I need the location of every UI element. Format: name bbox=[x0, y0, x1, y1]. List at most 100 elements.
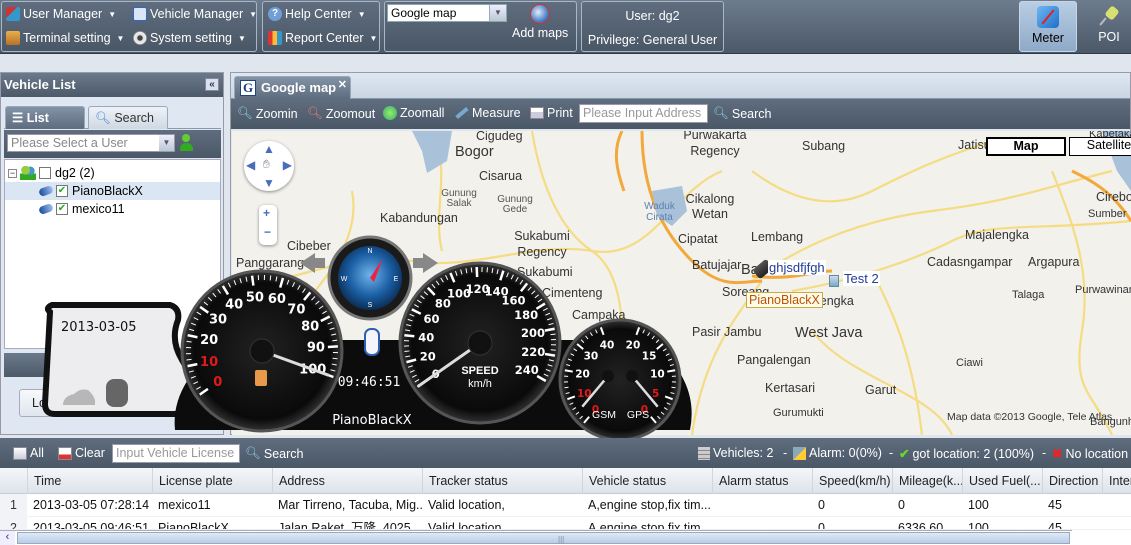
column-header-address[interactable]: Address bbox=[272, 468, 422, 494]
horizontal-scrollbar[interactable]: ‹ ||| bbox=[0, 530, 1072, 545]
column-header-time[interactable]: Time bbox=[27, 468, 152, 494]
cell-alarm-status bbox=[712, 517, 812, 529]
tab-label: List bbox=[26, 111, 49, 125]
add-maps-button[interactable]: Add maps bbox=[512, 4, 568, 40]
vehicle-manager-menu[interactable]: Vehicle Manager ▼ bbox=[133, 7, 257, 21]
map-roads bbox=[232, 131, 1131, 435]
help-center-menu[interactable]: ? Help Center ▼ bbox=[268, 7, 366, 21]
group-label: dg2 (2) bbox=[55, 166, 95, 180]
map-type-map-button[interactable]: Map bbox=[986, 137, 1066, 156]
pan-up-icon[interactable]: ▲ bbox=[263, 142, 275, 156]
pan-right-icon[interactable]: ▶ bbox=[283, 158, 292, 172]
vehicle-marker-label[interactable]: ghjsdfjfgh bbox=[768, 260, 826, 275]
map-label: Cirebo bbox=[1096, 190, 1131, 204]
map-provider-select[interactable]: Google map ▼ bbox=[387, 4, 507, 22]
column-header-alarm-status[interactable]: Alarm status bbox=[712, 468, 812, 494]
button-label: Zoomin bbox=[255, 106, 298, 121]
pan-control[interactable]: ▲ ▼ ◀ ▶ ✋︎ bbox=[244, 141, 294, 191]
vehicle-name-label[interactable]: PianoBlackX bbox=[746, 292, 823, 308]
tree-vehicle-pianoblackx[interactable]: ✔ PianoBlackX bbox=[5, 182, 220, 200]
tab-list[interactable]: ☰ List bbox=[5, 106, 85, 129]
map-type-satellite-button[interactable]: Satellite bbox=[1069, 137, 1131, 156]
scroll-left-icon[interactable]: ‹ bbox=[0, 531, 15, 545]
separator: - bbox=[1042, 446, 1047, 460]
zoom-out-icon[interactable]: − bbox=[264, 225, 271, 239]
vehicle-tree: − dg2 (2) ✔ PianoBlackX ✔ mexico11 bbox=[4, 159, 221, 349]
vehicle-manager-icon bbox=[133, 7, 147, 21]
map-label: Cisarua bbox=[479, 169, 523, 183]
menu-label: User Manager bbox=[23, 7, 103, 21]
map-label: Cadasngampar bbox=[927, 255, 1013, 269]
tab-google-map[interactable]: G Google map ✕ bbox=[234, 76, 351, 99]
zoom-in-icon: 🔍︎ bbox=[237, 106, 253, 120]
address-search-button[interactable]: 🔍︎ Search bbox=[713, 106, 771, 121]
select-all-button[interactable]: All bbox=[13, 446, 44, 460]
map-label: Sukabumi Regency bbox=[514, 229, 570, 259]
cell-direction: 45 bbox=[1048, 521, 1062, 530]
column-header-speed[interactable]: Speed(km/h) bbox=[812, 468, 892, 494]
column-header-direction[interactable]: Direction bbox=[1042, 468, 1102, 494]
column-header-inter[interactable]: Inter bbox=[1102, 468, 1131, 494]
building-poi-icon[interactable] bbox=[829, 275, 839, 287]
compass-icon bbox=[1037, 6, 1059, 28]
clear-button[interactable]: Clear bbox=[58, 446, 105, 460]
scrollbar-thumb[interactable]: ||| bbox=[17, 532, 1070, 544]
zoomout-button[interactable]: 🔍︎ Zoomout bbox=[307, 106, 375, 121]
tree-vehicle-mexico11[interactable]: ✔ mexico11 bbox=[5, 200, 220, 218]
map-label: Bogor bbox=[455, 144, 494, 160]
column-header-license-plate[interactable]: License plate bbox=[152, 468, 272, 494]
ruler-icon bbox=[455, 106, 469, 120]
map-canvas[interactable]: Bogor Cigudeg Cisarua Gunung Salak Gunun… bbox=[232, 131, 1131, 435]
poi-marker-label[interactable]: Test 2 bbox=[843, 271, 880, 286]
column-header-tracker-status[interactable]: Tracker status bbox=[422, 468, 582, 494]
vehicle-checkbox[interactable]: ✔ bbox=[56, 185, 68, 197]
system-setting-menu[interactable]: System setting ▼ bbox=[133, 31, 246, 45]
column-header-vehicle-status[interactable]: Vehicle status bbox=[582, 468, 712, 494]
zoom-in-icon[interactable]: + bbox=[263, 206, 270, 220]
hand-icon: ✋︎ bbox=[263, 157, 270, 171]
column-header-used-fuel[interactable]: Used Fuel(... bbox=[962, 468, 1042, 494]
zoomall-button[interactable]: Zoomall bbox=[383, 106, 444, 120]
road bbox=[530, 131, 624, 435]
vehicle-checkbox[interactable]: ✔ bbox=[56, 203, 68, 215]
zoomin-button[interactable]: 🔍︎ Zoomin bbox=[237, 106, 298, 121]
vehicle-icon bbox=[38, 184, 54, 198]
column-header-mileage[interactable]: Mileage(k... bbox=[892, 468, 962, 494]
meter-button[interactable]: Meter bbox=[1019, 1, 1077, 52]
collapse-panel-button[interactable]: « bbox=[205, 78, 219, 91]
grid-search-button[interactable]: 🔍︎ Search bbox=[245, 446, 303, 461]
user-select[interactable]: Please Select a User ▼ bbox=[7, 134, 175, 152]
map-toolbar: 🔍︎ Zoomin 🔍︎ Zoomout Zoomall Measure Print… bbox=[231, 99, 1130, 129]
user-group-icon bbox=[20, 166, 36, 180]
address-input[interactable]: Please Input Address bbox=[579, 104, 708, 123]
measure-button[interactable]: Measure bbox=[455, 106, 521, 120]
water-body bbox=[412, 131, 452, 173]
road bbox=[871, 270, 924, 435]
map-label: Gunung Salak bbox=[441, 188, 477, 209]
tab-search[interactable]: 🔍︎ Search bbox=[88, 106, 168, 129]
collapse-toggle-icon[interactable]: − bbox=[8, 168, 17, 178]
user-manager-menu[interactable]: User Manager ▼ bbox=[6, 7, 116, 21]
map-label: Cipatat bbox=[678, 232, 718, 246]
map-label: Cibeber bbox=[287, 239, 331, 253]
zoom-control: + − bbox=[259, 205, 277, 245]
map-label: Sumber bbox=[1088, 208, 1127, 220]
user-icon[interactable] bbox=[179, 134, 193, 151]
button-label: Measure bbox=[472, 106, 521, 120]
report-center-menu[interactable]: Report Center ▼ bbox=[268, 31, 377, 45]
table-row[interactable]: 1 2013-03-05 07:28:14 mexico11 Mar Tirre… bbox=[0, 494, 1131, 517]
vehicle-license-input[interactable]: Input Vehicle License bbox=[112, 444, 240, 463]
table-row[interactable]: 2 2013-03-05 09:46:51 PianoBlackX Jalan … bbox=[0, 517, 1131, 530]
separator: - bbox=[889, 446, 894, 460]
terminal-setting-menu[interactable]: Terminal setting ▼ bbox=[6, 31, 124, 45]
close-tab-icon[interactable]: ✕ bbox=[338, 74, 347, 96]
group-checkbox[interactable] bbox=[39, 167, 51, 179]
got-location-count: ✔ got location: 2 (100%) bbox=[899, 446, 1034, 462]
pan-down-icon[interactable]: ▼ bbox=[263, 176, 275, 190]
print-button[interactable]: Print bbox=[530, 106, 573, 120]
tree-group-dg2[interactable]: − dg2 (2) bbox=[5, 164, 220, 182]
locate-button[interactable]: Lo ar bbox=[19, 389, 209, 417]
panel-title: Vehicle List bbox=[4, 77, 76, 92]
pan-left-icon[interactable]: ◀ bbox=[246, 158, 255, 172]
poi-button[interactable]: POI bbox=[1087, 1, 1131, 52]
